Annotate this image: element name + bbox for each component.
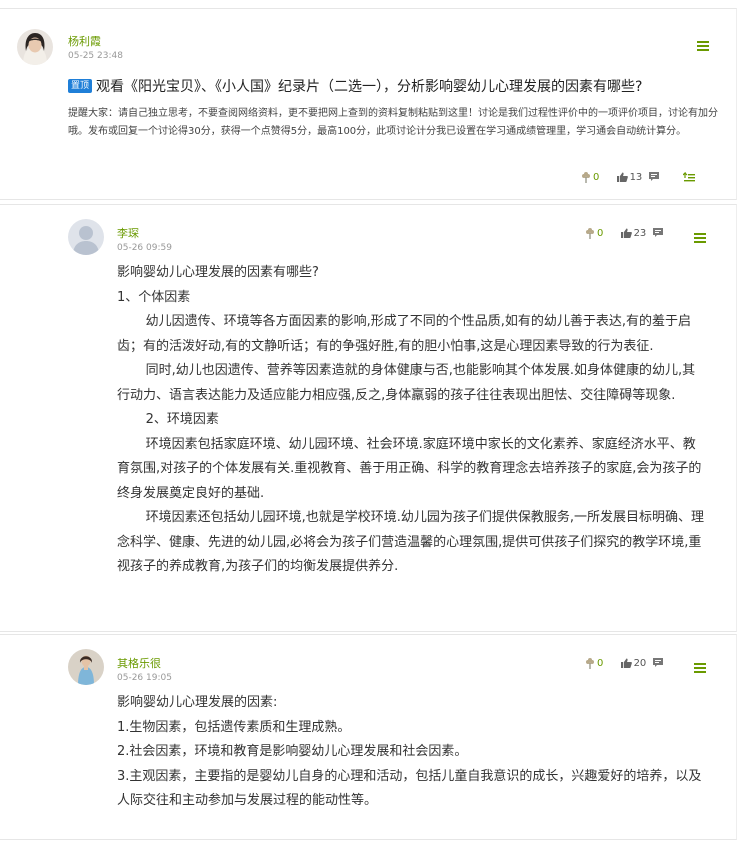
- reply-body: 影响婴幼儿心理发展的因素有哪些? 1、个体因素 幼儿因遗传、环境等各方面因素的影…: [117, 261, 707, 580]
- comment-icon: [653, 658, 664, 667]
- flower-button[interactable]: 0: [585, 657, 603, 669]
- menu-icon[interactable]: [694, 233, 706, 243]
- avatar[interactable]: [17, 29, 53, 65]
- author-name[interactable]: 杨利霞: [68, 33, 101, 49]
- reply-line: 环境因素还包括幼儿园环境,也就是学校环境.幼儿园为孩子们提供保教服务,一所发展目…: [117, 510, 704, 574]
- avatar[interactable]: [68, 219, 104, 255]
- flower-button[interactable]: 0: [585, 227, 603, 239]
- reply-line: 2.社会因素，环境和教育是影响婴幼儿心理发展和社会因素。: [117, 744, 468, 759]
- topic-title-row: 置顶 观看《阳光宝贝》、《小人国》纪录片（二选一），分析影响婴幼儿心理发展的因素有…: [68, 75, 642, 95]
- pin-badge: 置顶: [68, 78, 93, 93]
- flower-button[interactable]: 0: [581, 171, 599, 183]
- reply-line: 幼儿因遗传、环境等各方面因素的影响,形成了不同的个性品质,如有的幼儿善于表达,有…: [117, 314, 691, 354]
- flower-icon: [582, 172, 590, 183]
- reply-card: 其格乐很 05-26 19:05 0 20 影响婴幼儿心理发展的因素: 1.生物…: [0, 634, 737, 840]
- reply-card: 李琛 05-26 09:59 0 23 影响婴幼儿心理发展的因素有哪些? 1、个…: [0, 204, 737, 632]
- post-timestamp: 05-26 09:59: [117, 243, 172, 253]
- reply-line: 1.生物因素，包括遗传素质和生理成熟。: [117, 719, 351, 735]
- post-timestamp: 05-25 23:48: [68, 51, 123, 61]
- reply-line: 影响婴幼儿心理发展的因素有哪些?: [117, 265, 319, 280]
- like-count: 23: [633, 227, 647, 239]
- comment-icon: [649, 172, 660, 181]
- reply-line: 2、环境因素: [145, 412, 219, 427]
- comment-button[interactable]: [653, 228, 664, 239]
- topic-card: 杨利霞 05-25 23:48 置顶 观看《阳光宝贝》、《小人国》纪录片（二选一）…: [0, 8, 737, 200]
- reply-line: 环境因素包括家庭环境、幼儿园环境、社会环境.家庭环境中家长的文化素养、家庭经济水…: [117, 436, 702, 501]
- post-timestamp: 05-26 19:05: [117, 673, 172, 683]
- avatar[interactable]: [68, 649, 104, 685]
- reply-body: 影响婴幼儿心理发展的因素: 1.生物因素，包括遗传素质和生理成熟。 2.社会因素…: [117, 691, 707, 814]
- reply-line: 3.主观因素，主要指的是婴幼儿自身的心理和活动，包括儿童自我意识的成长，兴趣爱好…: [117, 768, 702, 809]
- reply-line: 1、个体因素: [117, 289, 191, 305]
- reply-icon: [682, 171, 695, 181]
- like-button[interactable]: 13: [616, 171, 643, 183]
- like-button[interactable]: 23: [620, 227, 647, 239]
- comment-icon: [653, 228, 664, 237]
- comment-button[interactable]: [653, 658, 664, 669]
- reply-line: 影响婴幼儿心理发展的因素:: [117, 695, 278, 710]
- topic-description: 提醒大家：请自己独立思考，不要查阅网络资料，更不要把网上查到的资料复制粘贴到这里…: [68, 108, 718, 137]
- reply-button[interactable]: [682, 171, 695, 183]
- flower-icon: [586, 228, 594, 239]
- menu-icon[interactable]: [694, 663, 706, 673]
- like-count: 13: [629, 171, 643, 183]
- reply-line: 同时,幼儿也因遗传、营养等因素造就的身体健康与否,也能影响其个体发展.如身体健康…: [117, 363, 696, 403]
- reply-stats: 0 20: [585, 657, 664, 671]
- menu-icon[interactable]: [697, 41, 709, 51]
- thumbs-up-icon: [620, 228, 632, 238]
- reply-stats: 0 23: [585, 227, 664, 241]
- like-button[interactable]: 20: [620, 657, 647, 669]
- author-name[interactable]: 李琛: [117, 225, 139, 241]
- author-name[interactable]: 其格乐很: [117, 655, 161, 671]
- topic-stats: 0 13: [581, 171, 695, 185]
- comment-button[interactable]: [649, 172, 660, 183]
- flower-count: 0: [597, 228, 604, 239]
- flower-icon: [586, 658, 594, 669]
- topic-title: 观看《阳光宝贝》、《小人国》纪录片（二选一），分析影响婴幼儿心理发展的因素有哪些…: [96, 78, 643, 95]
- thumbs-up-icon: [616, 172, 628, 182]
- flower-count: 0: [593, 172, 600, 183]
- thumbs-up-icon: [620, 658, 632, 668]
- flower-count: 0: [597, 658, 604, 669]
- discussion-page: 杨利霞 05-25 23:48 置顶 观看《阳光宝贝》、《小人国》纪录片（二选一）…: [0, 0, 738, 844]
- like-count: 20: [633, 657, 647, 669]
